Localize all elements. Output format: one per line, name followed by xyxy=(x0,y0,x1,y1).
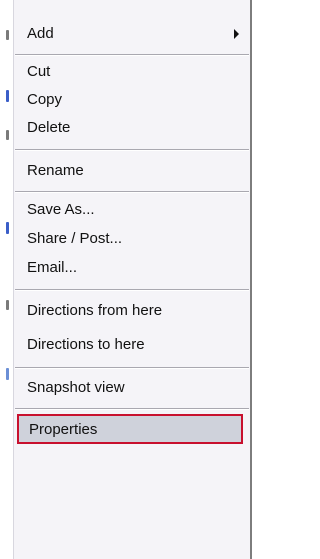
background-link-fragment xyxy=(6,90,9,102)
menu-item-label: Save As... xyxy=(27,201,95,218)
menu-item-copy[interactable]: Copy xyxy=(13,88,249,112)
menu-separator xyxy=(15,149,249,151)
submenu-arrow-icon xyxy=(234,29,239,39)
screen: Add Cut Copy Delete Rename Save As... Sh… xyxy=(0,0,252,559)
menu-item-label: Snapshot view xyxy=(27,379,125,396)
menu-separator xyxy=(15,408,249,410)
menu-item-label: Delete xyxy=(27,119,71,136)
menu-separator xyxy=(15,54,249,56)
background-text-fragment xyxy=(6,130,9,140)
menu-item-label: Email... xyxy=(27,259,78,276)
menu-item-share-post[interactable]: Share / Post... xyxy=(13,227,249,251)
menu-item-label: Directions from here xyxy=(27,302,163,319)
menu-item-label: Directions to here xyxy=(27,336,145,353)
background-link-fragment xyxy=(6,222,9,234)
menu-item-email[interactable]: Email... xyxy=(13,256,249,280)
menu-item-add[interactable]: Add xyxy=(13,22,249,46)
menu-item-directions-to[interactable]: Directions to here xyxy=(13,333,249,357)
context-menu: Add Cut Copy Delete Rename Save As... Sh… xyxy=(12,0,252,559)
background-link-fragment xyxy=(6,368,9,380)
menu-item-label: Add xyxy=(27,25,54,42)
menu-separator xyxy=(15,367,249,369)
menu-separator xyxy=(15,289,249,291)
menu-item-delete[interactable]: Delete xyxy=(13,116,249,140)
menu-item-snapshot-view[interactable]: Snapshot view xyxy=(13,376,249,400)
background-text-fragment xyxy=(6,300,9,310)
menu-item-rename[interactable]: Rename xyxy=(13,159,249,183)
menu-item-cut[interactable]: Cut xyxy=(13,60,249,84)
menu-item-label: Copy xyxy=(27,91,63,108)
menu-item-save-as[interactable]: Save As... xyxy=(13,198,249,222)
menu-separator xyxy=(15,191,249,193)
menu-item-label: Rename xyxy=(27,162,84,179)
menu-item-label: Share / Post... xyxy=(27,230,123,247)
menu-item-directions-from[interactable]: Directions from here xyxy=(13,299,249,323)
menu-item-properties[interactable]: Properties xyxy=(17,414,243,444)
menu-item-label: Properties xyxy=(29,421,98,438)
background-text-fragment xyxy=(6,30,9,40)
menu-item-label: Cut xyxy=(27,63,51,80)
